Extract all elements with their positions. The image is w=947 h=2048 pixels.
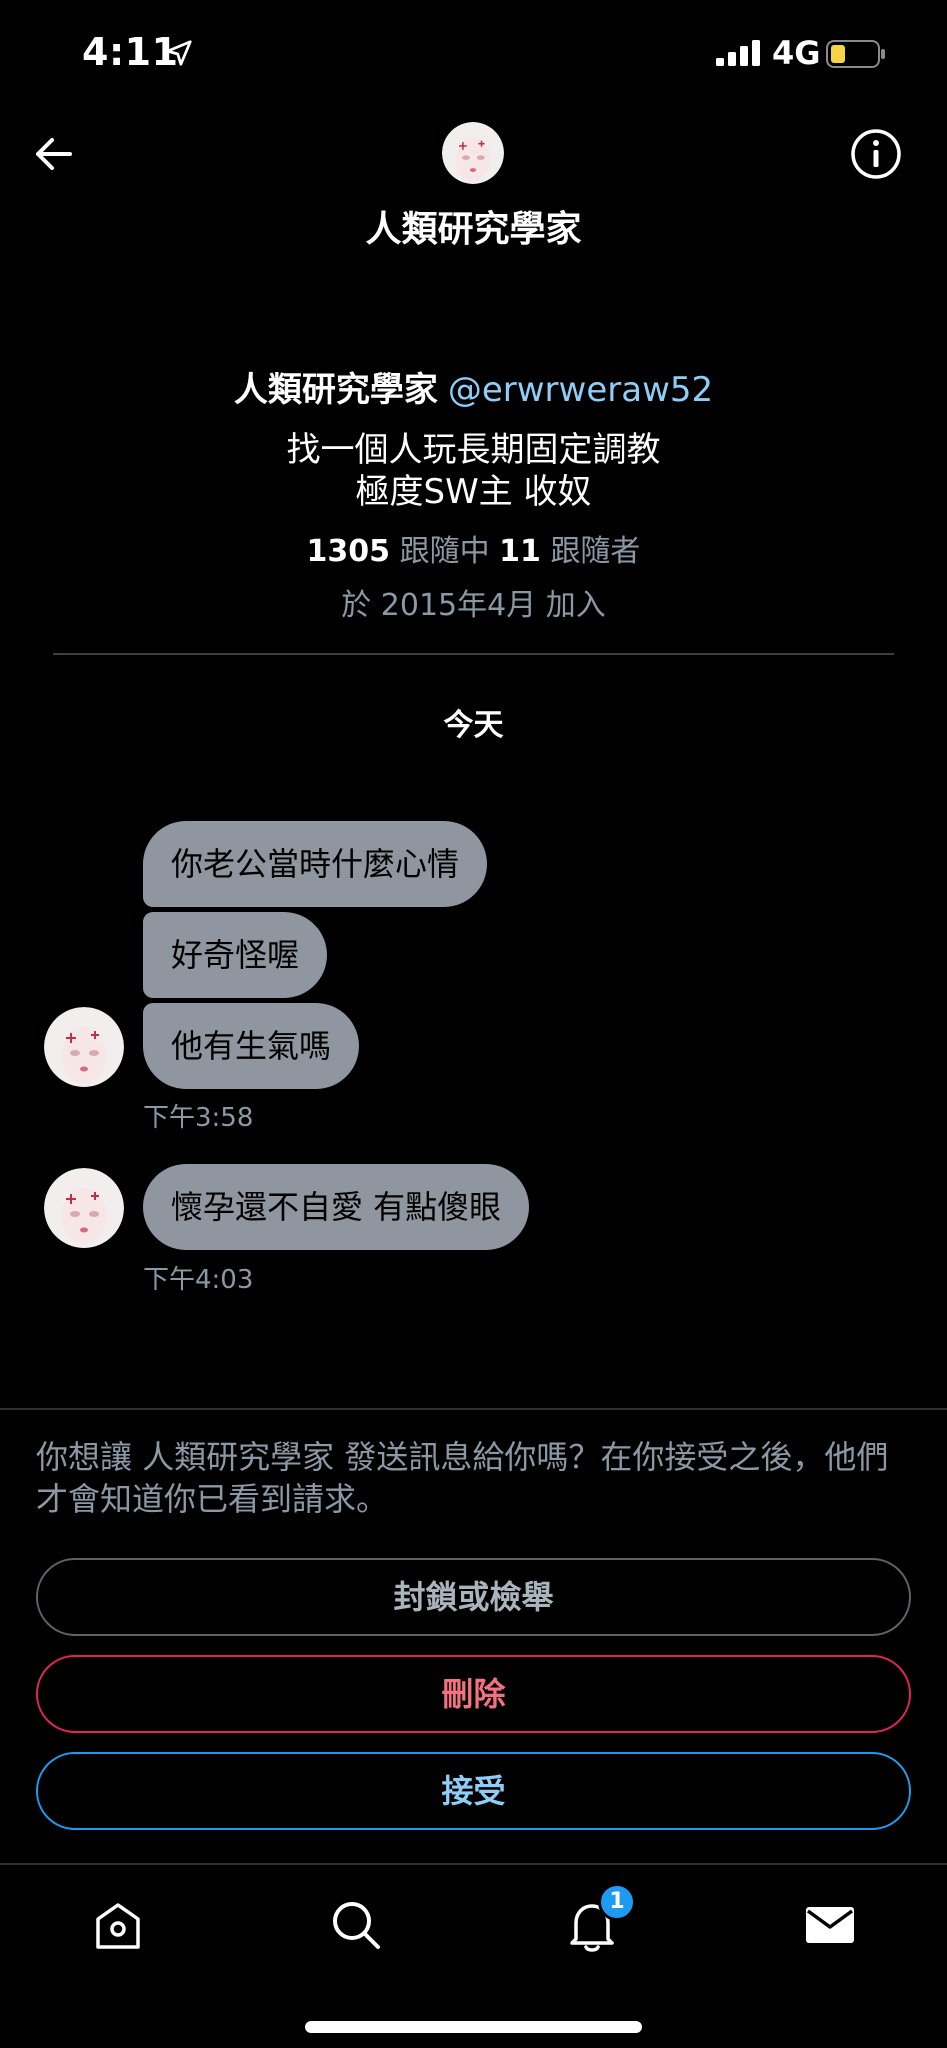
avatar-image — [44, 1168, 124, 1248]
sender-avatar[interactable] — [44, 1168, 124, 1248]
profile-stats: 1305 跟隨中 11 跟隨者 — [0, 526, 947, 570]
profile-name: 人類研究學家 — [233, 370, 438, 410]
info-icon[interactable] — [848, 126, 904, 182]
block-or-report-button[interactable]: 封鎖或檢舉 — [36, 1558, 911, 1636]
message-bubble[interactable]: 懷孕還不自愛 有點傻眼 — [143, 1164, 530, 1250]
battery-icon — [826, 40, 885, 68]
following-count: 1305 — [306, 534, 391, 569]
home-indicator[interactable] — [305, 2021, 642, 2033]
avatar-image — [44, 1007, 124, 1087]
following-label: 跟隨中 — [399, 534, 490, 569]
search-icon[interactable] — [326, 1895, 386, 1955]
message-bubble[interactable]: 他有生氣嗎 — [143, 1003, 360, 1089]
message-timestamp: 下午3:58 — [143, 1103, 254, 1133]
request-prompt: 你想讓 人類研究學家 發送訊息給你嗎？在你接受之後，他們才會知道你已看到請求。 — [36, 1438, 889, 1518]
tab-bar: 1 — [0, 1863, 947, 2048]
delete-button[interactable]: 刪除 — [36, 1655, 911, 1733]
network-type: 4G — [772, 34, 821, 72]
sender-avatar[interactable] — [44, 1007, 124, 1087]
back-arrow-icon[interactable] — [30, 130, 78, 178]
accept-button[interactable]: 接受 — [36, 1752, 911, 1830]
profile-handle: @erwrweraw52 — [447, 370, 714, 410]
notification-badge: 1 — [598, 1883, 636, 1921]
avatar-image — [442, 122, 504, 184]
message-timestamp: 下午4:03 — [143, 1265, 254, 1295]
status-bar: 4:11 4G — [0, 0, 947, 110]
mail-icon[interactable] — [800, 1895, 860, 1955]
header-title: 人類研究學家 — [365, 209, 582, 250]
home-icon[interactable] — [88, 1895, 148, 1955]
message-bubble[interactable]: 好奇怪喔 — [143, 912, 328, 998]
message-request-panel: 你想讓 人類研究學家 發送訊息給你嗎？在你接受之後，他們才會知道你已看到請求。 … — [0, 1408, 947, 1863]
message-bubble[interactable]: 你老公當時什麼心情 — [143, 821, 488, 907]
profile-name-line[interactable]: 人類研究學家 @erwrweraw52 — [0, 362, 947, 411]
followers-label: 跟隨者 — [550, 534, 641, 569]
profile-joined-date: 於 2015年4月 加入 — [341, 588, 606, 623]
date-separator: 今天 — [443, 708, 504, 743]
location-arrow-icon — [166, 40, 192, 66]
profile-bio-line-2: 極度SW主 收奴 — [355, 472, 592, 512]
header-avatar[interactable] — [442, 122, 504, 184]
cellular-signal-icon — [716, 40, 760, 66]
followers-count: 11 — [499, 534, 541, 569]
divider — [53, 653, 894, 655]
